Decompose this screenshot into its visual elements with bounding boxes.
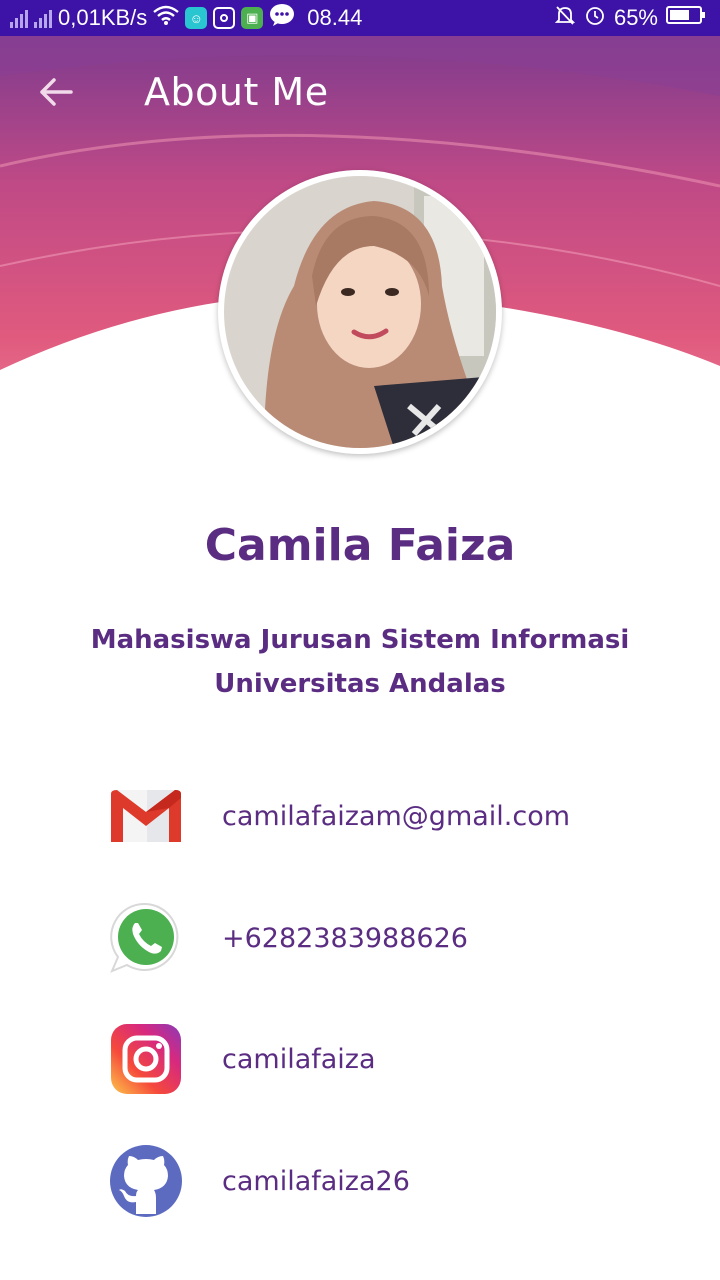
battery-icon [666,5,706,31]
mute-bell-icon [554,4,576,32]
page-title: About Me [144,70,329,114]
arrow-left-icon [40,78,73,106]
wifi-icon [153,5,180,31]
alarm-icon [584,4,606,32]
status-bar-left: 0,01KB/s ☺ ▣ 08.44 [10,0,362,36]
chat-notification-icon [269,3,295,33]
contact-whatsapp-text: +6282383988626 [222,922,468,954]
instagram-notification-icon [213,7,236,29]
github-icon [108,1143,184,1219]
avatar [218,170,502,454]
profile-name: Camila Faiza [204,520,516,571]
status-bar-right: 65% [554,0,706,36]
back-button[interactable] [30,66,82,118]
contact-email[interactable]: camilafaizam@gmail.com [108,778,648,854]
clock-time: 08.44 [307,5,363,30]
subtitle-line-2: Universitas Andalas [214,669,506,699]
android-notification-icon: ▣ [241,7,264,29]
whatsapp-icon [108,900,184,976]
instagram-icon [108,1021,184,1097]
profile-photo [224,176,496,448]
contact-github[interactable]: camilafaiza26 [108,1143,648,1219]
contact-github-text: camilafaiza26 [222,1165,410,1197]
profile-subtitle: Mahasiswa Jurusan Sistem Informasi Unive… [60,618,660,706]
signal-icon-2 [34,8,52,28]
contact-instagram[interactable]: camilafaiza [108,1021,648,1097]
gmail-icon [108,778,184,854]
app-notification-icon: ☺ [185,7,208,29]
signal-icon [10,8,28,28]
contact-instagram-text: camilafaiza [222,1043,376,1075]
contact-whatsapp[interactable]: +6282383988626 [108,900,648,976]
network-speed: 0,01KB/s [58,5,148,30]
subtitle-line-1: Mahasiswa Jurusan Sistem Informasi [90,625,630,655]
status-bar: 0,01KB/s ☺ ▣ 08.44 65% [0,0,720,36]
battery-level: 65% [613,5,658,30]
contact-email-text: camilafaizam@gmail.com [222,800,571,832]
